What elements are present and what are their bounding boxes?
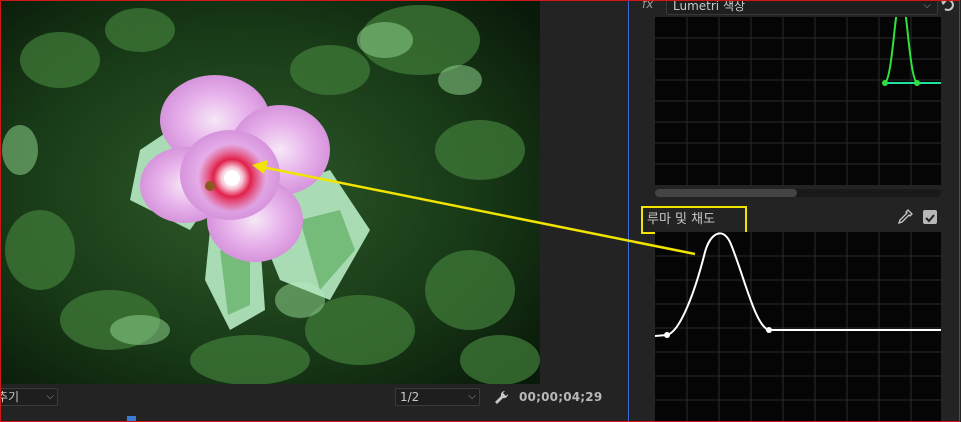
chevron-down-icon: ⌵ — [468, 391, 476, 402]
playhead-marker[interactable] — [127, 416, 136, 422]
zoom-level-select[interactable]: 추기 ⌵ — [0, 388, 58, 406]
fx-icon: fx — [642, 0, 654, 11]
checkbox-icon[interactable] — [923, 210, 937, 224]
effect-name: Lumetri 색상 — [673, 0, 746, 13]
resolution-value: 1/2 — [400, 390, 420, 404]
lumetri-color-panel: fx Lumetri 색상 ⌵ 루마 및 채도 — [630, 0, 961, 422]
hue-vs-hue-curve-graph[interactable] — [655, 17, 941, 185]
hibiscus-frame-image — [0, 0, 540, 384]
resolution-select[interactable]: 1/2 ⌵ — [395, 388, 480, 406]
section-title-luma-vs-sat: 루마 및 채도 — [641, 206, 747, 234]
eyedropper-icon[interactable] — [897, 209, 913, 225]
chevron-down-icon: ⌵ — [46, 391, 54, 402]
horizontal-scrollbar[interactable] — [655, 189, 941, 197]
program-monitor: 추기 ⌵ 1/2 ⌵ 00;00;04;29 — [0, 0, 628, 422]
zoom-level-value: 추기 — [0, 390, 20, 404]
timecode[interactable]: 00;00;04;29 — [519, 390, 602, 404]
wrench-icon[interactable] — [492, 389, 510, 407]
scrollbar-thumb[interactable] — [655, 189, 797, 197]
effect-select[interactable]: Lumetri 색상 ⌵ — [666, 0, 938, 15]
luma-vs-sat-curve-graph[interactable] — [655, 232, 941, 422]
reset-icon[interactable] — [940, 0, 956, 12]
video-frame[interactable] — [0, 0, 540, 384]
chevron-down-icon: ⌵ — [923, 0, 931, 11]
